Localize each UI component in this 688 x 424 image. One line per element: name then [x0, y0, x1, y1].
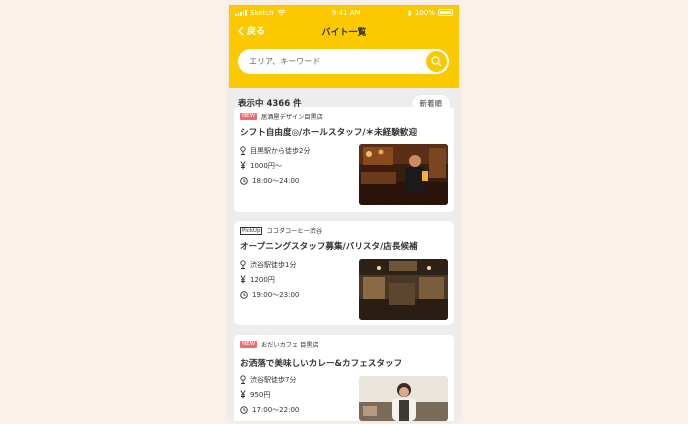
- job-card[interactable]: NEW おだいカフェ 目黒店 お洒落で美味しいカレー&カフェスタッフ 渋谷駅徒歩…: [234, 335, 454, 421]
- new-badge: NEW: [240, 113, 258, 120]
- hours-row: 19:00〜23:00: [240, 287, 299, 302]
- nav-bar: 戻る バイト一覧: [229, 20, 459, 42]
- access-text: 目黒駅から徒歩2分: [250, 146, 311, 155]
- job-title: お洒落で美味しいカレー&カフェスタッフ: [240, 359, 403, 369]
- yen-icon: [240, 161, 246, 170]
- search-input[interactable]: エリア、キーワード: [238, 49, 449, 74]
- job-details: 渋谷駅徒歩7分 950円 17:00〜22:00: [240, 372, 299, 417]
- job-card-header: NEW 居酒屋デザイン目黒店: [240, 112, 448, 121]
- access-row: 渋谷駅徒歩1分: [240, 257, 299, 272]
- job-photo: [359, 259, 448, 320]
- header: Sketch 9:41 AM 100% 戻る バイト一覧 エリア、キーワード: [229, 5, 459, 88]
- search-button[interactable]: [426, 51, 447, 72]
- job-photo: [359, 144, 448, 205]
- hours-text: 17:00〜22:00: [252, 405, 300, 414]
- signal-icon: [235, 9, 247, 16]
- chevron-left-icon: [238, 26, 244, 35]
- hours-text: 19:00〜23:00: [252, 290, 300, 299]
- new-badge: NEW: [240, 341, 258, 348]
- job-title: オープニングスタッフ募集/バリスタ/店長候補: [240, 242, 418, 252]
- battery-percent: 100%: [414, 8, 435, 17]
- shop-name: おだいカフェ 目黒店: [261, 342, 319, 349]
- job-photo: [359, 376, 448, 421]
- wage-row: 1200円: [240, 272, 299, 287]
- wifi-icon: [276, 9, 286, 16]
- clock-icon: [240, 405, 248, 414]
- job-details: 渋谷駅徒歩1分 1200円 19:00〜23:00: [240, 257, 299, 302]
- back-label: 戻る: [247, 27, 266, 37]
- search-icon: [431, 56, 442, 67]
- pickup-badge: PickUp: [240, 226, 263, 235]
- access-row: 渋谷駅徒歩7分: [240, 372, 299, 387]
- search-placeholder: エリア、キーワード: [249, 57, 321, 66]
- wage-row: 1000円〜: [240, 158, 310, 173]
- page-title: バイト一覧: [321, 27, 367, 38]
- wage-text: 1000円〜: [250, 161, 282, 170]
- job-card[interactable]: NEW 居酒屋デザイン目黒店 シフト自由度◎/ホールスタッフ/＊未経験歓迎 目黒…: [234, 107, 454, 212]
- job-details: 目黒駅から徒歩2分 1000円〜 18:00〜24:00: [240, 143, 310, 188]
- hours-text: 18:00〜24:00: [252, 176, 300, 185]
- wage-text: 950円: [250, 390, 271, 399]
- location-pin-icon: [240, 146, 246, 155]
- location-pin-icon: [240, 260, 246, 269]
- carrier-label: Sketch: [249, 8, 274, 17]
- clock-icon: [240, 176, 248, 185]
- job-card-header: NEW おだいカフェ 目黒店: [240, 340, 448, 349]
- battery-icon: [437, 9, 453, 16]
- hours-row: 18:00〜24:00: [240, 173, 310, 188]
- job-title: シフト自由度◎/ホールスタッフ/＊未経験歓迎: [240, 128, 418, 138]
- clock-icon: [240, 290, 248, 299]
- access-text: 渋谷駅徒歩7分: [250, 375, 297, 384]
- location-pin-icon: [240, 375, 246, 384]
- back-button[interactable]: 戻る: [238, 24, 265, 37]
- job-card[interactable]: PickUp ココダコーヒー渋谷 オープニングスタッフ募集/バリスタ/店長候補 …: [234, 221, 454, 325]
- phone-screen: Sketch 9:41 AM 100% 戻る バイト一覧 エリア、キーワード 表…: [229, 5, 459, 421]
- access-text: 渋谷駅徒歩1分: [250, 260, 297, 269]
- wage-text: 1200円: [250, 275, 275, 284]
- job-card-header: PickUp ココダコーヒー渋谷: [240, 226, 448, 235]
- access-row: 目黒駅から徒歩2分: [240, 143, 310, 158]
- shop-name: ココダコーヒー渋谷: [266, 228, 323, 235]
- clock: 9:41 AM: [331, 8, 361, 17]
- wage-row: 950円: [240, 387, 299, 402]
- hours-row: 17:00〜22:00: [240, 402, 299, 417]
- bluetooth-icon: [407, 9, 412, 16]
- shop-name: 居酒屋デザイン目黒店: [261, 114, 323, 121]
- yen-icon: [240, 390, 246, 399]
- yen-icon: [240, 275, 246, 284]
- status-bar: Sketch 9:41 AM 100%: [229, 5, 459, 20]
